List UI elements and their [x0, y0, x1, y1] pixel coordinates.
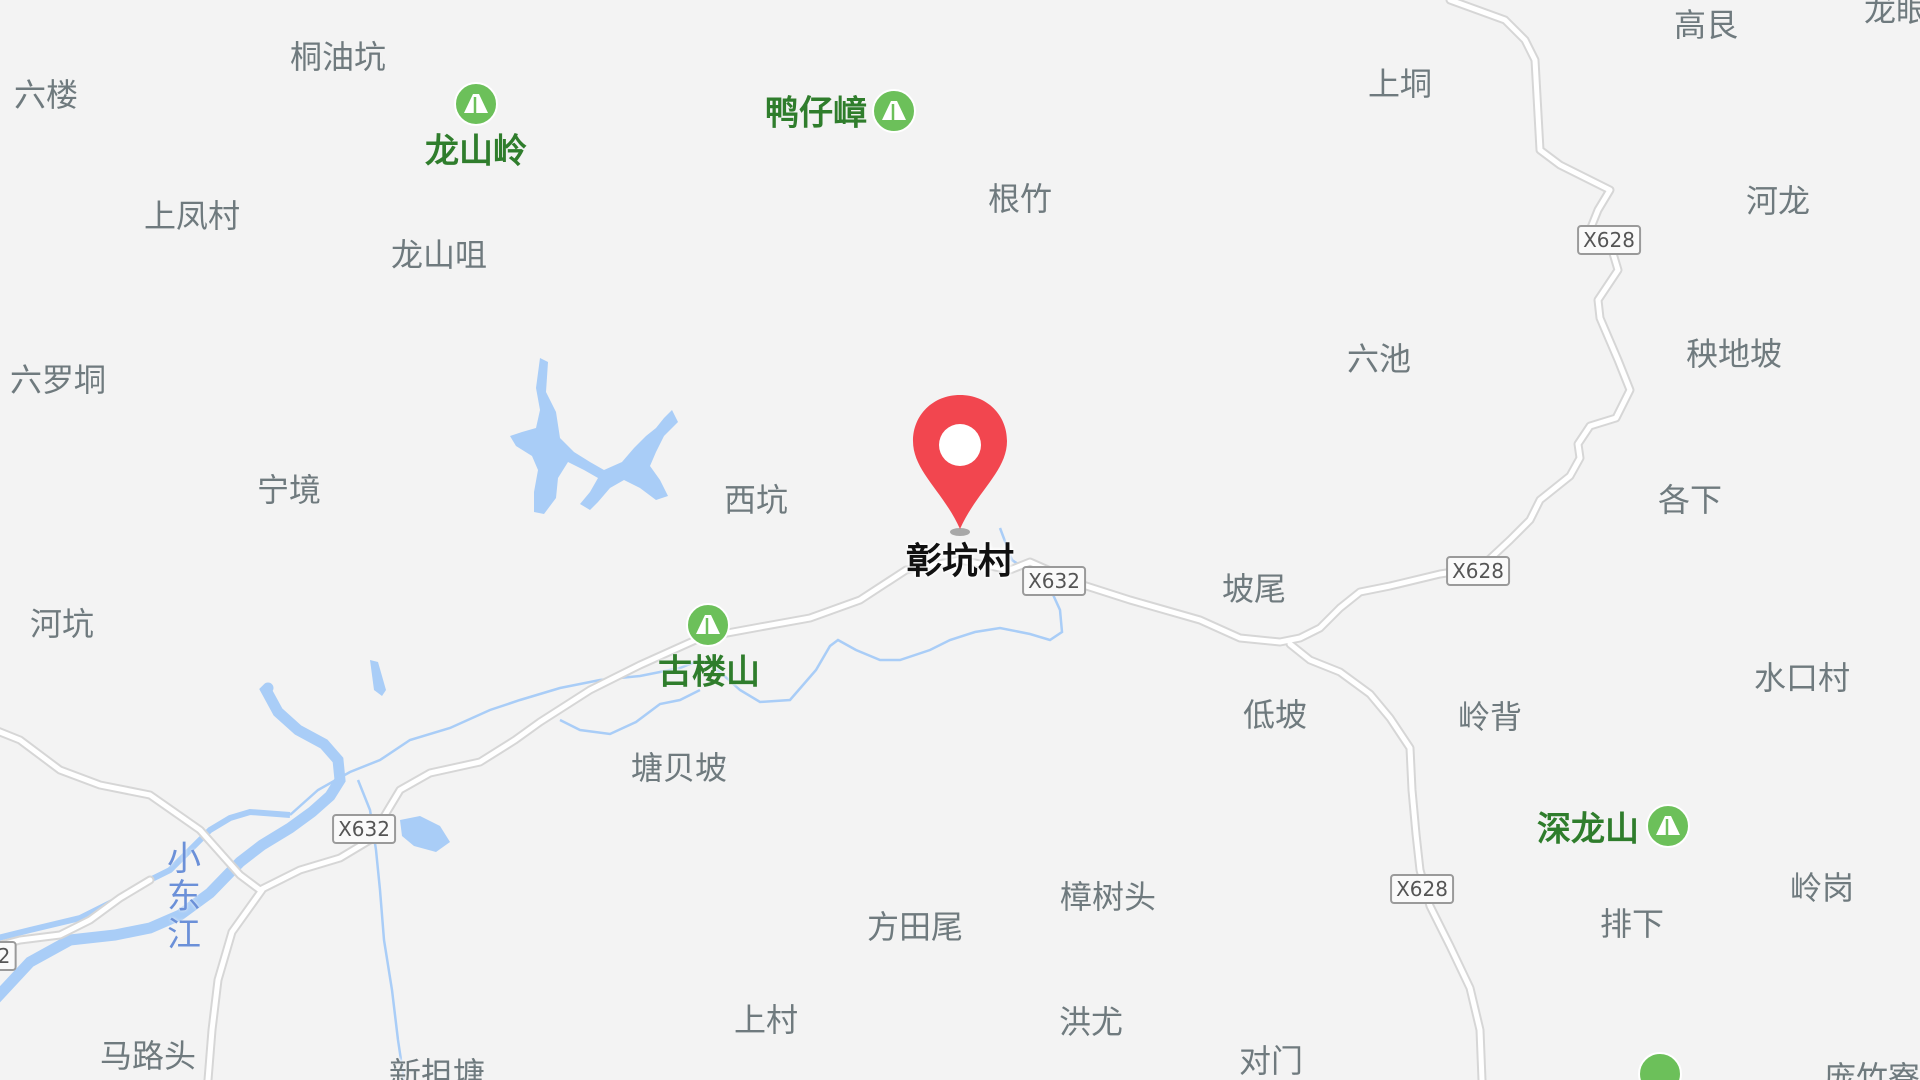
map-pin-icon[interactable]	[908, 393, 1012, 538]
mountain-label[interactable]: 鸭仔嶂	[765, 86, 867, 135]
place-label[interactable]: 上凤村	[144, 191, 240, 237]
mountain-label[interactable]: 深龙山	[1537, 802, 1639, 851]
place-label[interactable]: 六罗垌	[10, 355, 106, 401]
mountain-label[interactable]: 古楼山	[658, 645, 760, 694]
place-label[interactable]: 马路头	[100, 1031, 196, 1077]
reservoir	[510, 358, 678, 514]
place-label[interactable]: 宁境	[257, 465, 321, 511]
mountain-icon[interactable]	[1637, 1051, 1683, 1080]
road-shield[interactable]: X628	[1446, 556, 1510, 586]
marker-label[interactable]: 彰坑村	[906, 532, 1014, 584]
place-label[interactable]: 庞竹寮	[1824, 1053, 1920, 1080]
place-label[interactable]: 各下	[1658, 475, 1722, 521]
small-lake	[400, 816, 450, 852]
place-label[interactable]: 对门	[1239, 1036, 1303, 1080]
place-label[interactable]: 方田尾	[867, 902, 963, 948]
place-label[interactable]: 六楼	[14, 70, 78, 116]
place-label[interactable]: 上村	[734, 995, 798, 1041]
mountain-icon[interactable]	[453, 81, 499, 127]
small-pond	[370, 660, 386, 696]
place-label[interactable]: 龙眼	[1864, 0, 1920, 31]
place-label[interactable]: 岭岗	[1790, 863, 1854, 909]
mountain-icon[interactable]	[1645, 803, 1691, 849]
place-label[interactable]: 水口村	[1754, 653, 1850, 699]
road-layer	[0, 0, 1635, 1080]
mountain-label[interactable]: 龙山岭	[425, 124, 527, 173]
place-label[interactable]: 根竹	[988, 174, 1052, 220]
road-shield[interactable]: X628	[1390, 874, 1454, 904]
place-label[interactable]: 桐油坑	[290, 32, 386, 78]
place-label[interactable]: 坡尾	[1222, 564, 1286, 610]
road-shield[interactable]: X632	[1022, 566, 1086, 596]
water-layer	[0, 358, 1064, 1080]
road-shield[interactable]: 2	[0, 941, 17, 971]
mountain-icon[interactable]	[685, 602, 731, 648]
place-label[interactable]: 排下	[1600, 899, 1664, 945]
place-label[interactable]: 樟树头	[1060, 872, 1156, 918]
road-x628-south	[1287, 641, 1485, 1080]
road-shield[interactable]: X628	[1577, 225, 1641, 255]
place-label[interactable]: 洪尤	[1059, 997, 1123, 1043]
place-label[interactable]: 低坡	[1243, 690, 1307, 736]
place-label[interactable]: 六池	[1347, 334, 1411, 380]
place-label[interactable]: 塘贝坡	[631, 743, 727, 789]
road-shield[interactable]: X632	[332, 814, 396, 844]
place-label[interactable]: 上垌	[1368, 59, 1432, 105]
river-label-xiaodong: 小东江	[167, 839, 201, 955]
place-label[interactable]: 河坑	[30, 599, 94, 645]
mountain-icon[interactable]	[871, 88, 917, 134]
place-label[interactable]: 秧地坡	[1686, 329, 1782, 375]
place-label[interactable]: 新担塘	[389, 1049, 485, 1080]
place-label[interactable]: 河龙	[1746, 176, 1810, 222]
place-label[interactable]: 高艮	[1674, 0, 1738, 46]
place-label[interactable]: 岭背	[1458, 692, 1522, 738]
place-label[interactable]: 西坑	[724, 475, 788, 521]
place-label[interactable]: 龙山咀	[391, 230, 487, 276]
road-west	[205, 887, 265, 1080]
map-canvas[interactable]: 小东江 桐油坑 六楼 高艮 龙眼 上垌 上凤村 根竹 河龙 龙山咀 六罗垌 六池…	[0, 0, 1920, 1080]
